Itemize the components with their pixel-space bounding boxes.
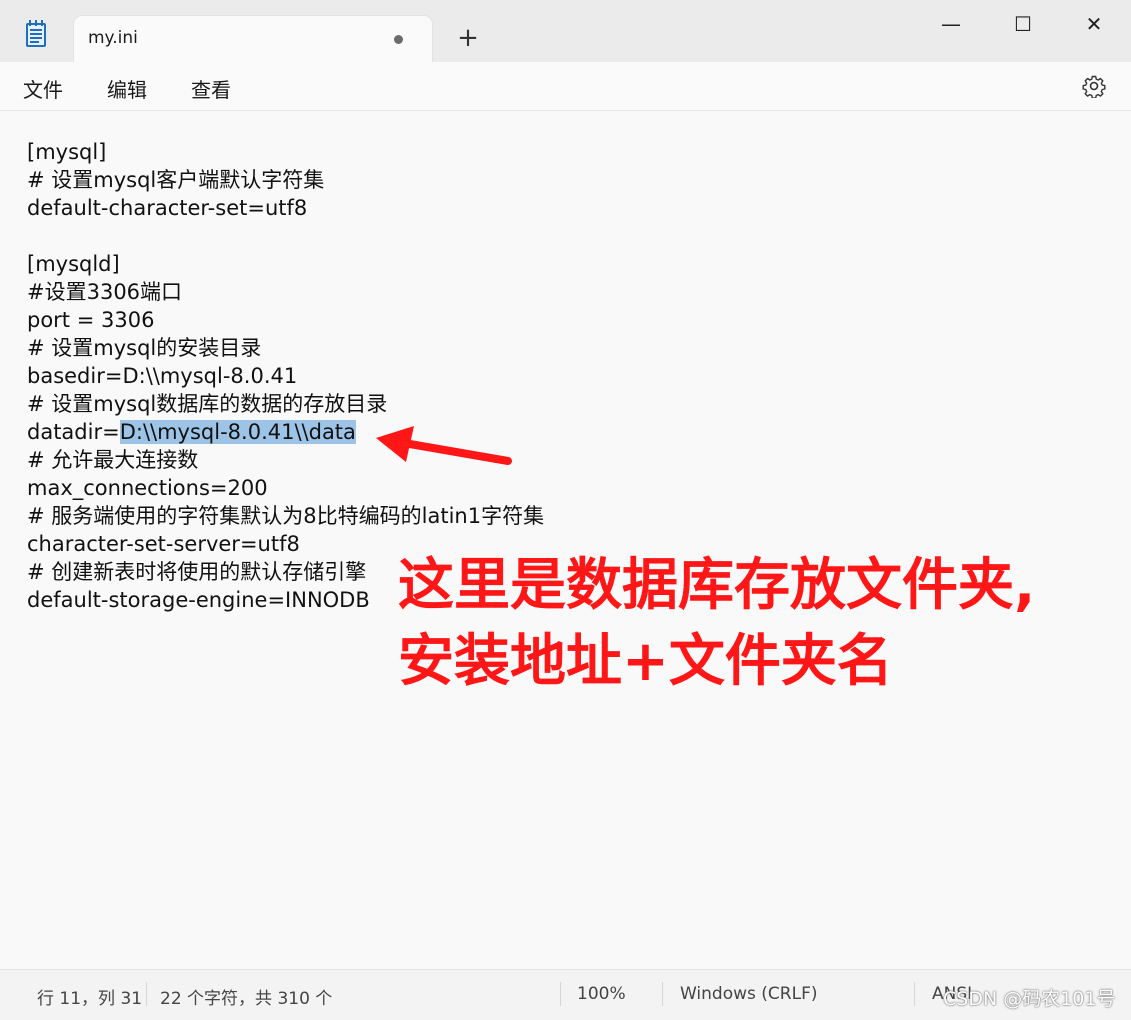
minimize-button[interactable]: — — [931, 10, 971, 38]
text-line: default-storage-engine=INNODB — [27, 588, 370, 612]
text-line: # 允许最大连接数 — [27, 448, 199, 472]
text-line: [mysql] — [27, 140, 107, 164]
text-line: # 服务端使用的字符集默认为8比特编码的latin1字符集 — [27, 504, 545, 528]
annotation-line-1: 这里是数据库存放文件夹, — [398, 553, 1036, 618]
text-line: # 设置mysql客户端默认字符集 — [27, 168, 325, 192]
status-divider — [146, 982, 147, 1006]
text-line: default-character-set=utf8 — [27, 196, 308, 220]
text-line: # 设置mysql的安装目录 — [27, 336, 262, 360]
text-line: [mysqld] — [27, 252, 120, 276]
text-line: character-set-server=utf8 — [27, 532, 300, 556]
text-line: #设置3306端口 — [27, 280, 183, 304]
tab-title: my.ini — [88, 28, 138, 48]
status-bar: 行 11，列 31 22 个字符，共 310 个 100% Windows (C… — [0, 969, 1131, 1020]
text-line: max_connections=200 — [27, 476, 268, 500]
gear-icon[interactable] — [1082, 74, 1106, 98]
character-count: 22 个字符，共 310 个 — [160, 989, 333, 1009]
status-divider — [662, 982, 663, 1006]
maximize-button[interactable]: ☐ — [1003, 10, 1043, 38]
status-divider — [914, 982, 915, 1006]
menu-edit[interactable]: 编辑 — [107, 74, 147, 103]
line-ending[interactable]: Windows (CRLF) — [680, 984, 818, 1004]
notepad-icon — [26, 20, 46, 47]
annotation-note: 这里是数据库存放文件夹, 安装地址+文件夹名 — [398, 548, 1035, 700]
red-arrow-icon — [376, 426, 512, 465]
cursor-position: 行 11，列 31 — [37, 989, 143, 1009]
annotation-line-2: 安装地址+文件夹名 — [398, 629, 893, 694]
title-bar: my.ini + — ☐ ✕ — [0, 0, 1131, 62]
tab-my-ini[interactable]: my.ini — [74, 16, 432, 62]
datadir-key: datadir= — [27, 420, 120, 444]
menu-view[interactable]: 查看 — [191, 74, 231, 103]
text-line: # 设置mysql数据库的数据的存放目录 — [27, 392, 388, 416]
text-line: basedir=D:\\mysql-8.0.41 — [27, 364, 298, 388]
watermark: CSDN @码农101号 — [943, 988, 1116, 1010]
selected-text[interactable]: D:\\mysql-8.0.41\\data — [119, 420, 356, 444]
new-tab-button[interactable]: + — [452, 24, 484, 56]
text-editor[interactable]: [mysql] # 设置mysql客户端默认字符集 default-charac… — [0, 111, 1131, 969]
menu-file[interactable]: 文件 — [23, 74, 63, 103]
unsaved-dot-icon[interactable] — [394, 35, 403, 44]
text-line-datadir: datadir=D:\\mysql-8.0.41\\data — [27, 418, 356, 446]
close-button[interactable]: ✕ — [1074, 10, 1114, 38]
text-line: # 创建新表时将使用的默认存储引擎 — [27, 560, 367, 584]
status-divider — [560, 982, 561, 1006]
menu-bar: 文件 编辑 查看 — [0, 62, 1131, 111]
text-line: port = 3306 — [27, 308, 155, 332]
zoom-level[interactable]: 100% — [577, 984, 626, 1004]
